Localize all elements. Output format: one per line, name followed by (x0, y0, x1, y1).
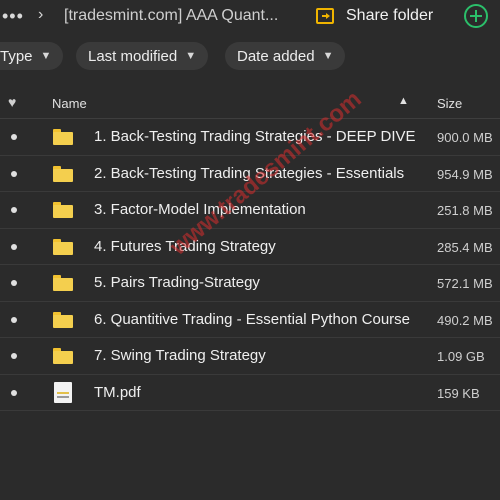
table-row[interactable]: 5. Pairs Trading-Strategy 572.1 MB (0, 265, 500, 302)
item-name: 4. Futures Trading Strategy (94, 237, 276, 255)
share-folder-label: Share folder (346, 7, 434, 24)
item-name: 2. Back-Testing Trading Strategies - Ess… (94, 164, 405, 182)
last-modified-filter-label: Last modified (88, 47, 178, 65)
share-icon (316, 8, 334, 24)
item-name: TM.pdf (94, 383, 141, 401)
item-size: 954.9 MB (437, 166, 493, 182)
item-name: 6. Quantitive Trading - Essential Python… (94, 310, 410, 328)
folder-icon (53, 129, 73, 145)
item-name: 5. Pairs Trading-Strategy (94, 274, 260, 291)
table-row[interactable]: 1. Back-Testing Trading Strategies - DEE… (0, 119, 500, 156)
item-size: 572.1 MB (437, 276, 493, 291)
more-icon[interactable]: ••• (2, 6, 24, 27)
type-filter[interactable]: Type ▼ (0, 42, 64, 70)
share-folder-button[interactable]: Share folder (316, 3, 433, 29)
date-added-filter[interactable]: Date added ▼ (225, 42, 346, 70)
name-column-header[interactable]: Name (52, 96, 87, 111)
folder-icon (53, 202, 73, 218)
favorite-dot-icon[interactable] (11, 389, 17, 396)
favorite-dot-icon[interactable] (11, 316, 17, 323)
table-row[interactable]: 3. Factor-Model Implementation 251.8 MB (0, 192, 500, 229)
file-list: 1. Back-Testing Trading Strategies - DEE… (0, 119, 500, 411)
pdf-file-icon (54, 381, 72, 403)
breadcrumb-folder[interactable]: [tradesmint.com] AAA Quant... (64, 7, 278, 25)
item-size: 1.09 GB (437, 349, 485, 364)
table-header: ♥ Name ▲ Size (0, 88, 500, 119)
favorite-dot-icon[interactable] (11, 353, 17, 359)
top-bar: ••• › [tradesmint.com] AAA Quant... Shar… (0, 0, 500, 34)
item-size: 490.2 MB (437, 312, 493, 328)
table-row[interactable]: 6. Quantitive Trading - Essential Python… (0, 302, 500, 338)
folder-icon (53, 165, 73, 182)
item-name: 7. Swing Trading Strategy (94, 347, 266, 364)
type-filter-label: Type (0, 47, 33, 65)
table-row[interactable]: TM.pdf 159 KB (0, 375, 500, 411)
item-name: 1. Back-Testing Trading Strategies - DEE… (94, 128, 416, 145)
item-name: 3. Factor-Model Implementation (94, 201, 306, 218)
item-size: 251.8 MB (437, 203, 493, 218)
chevron-down-icon: ▼ (185, 50, 197, 62)
favorite-dot-icon[interactable] (11, 170, 17, 177)
table-row[interactable]: 2. Back-Testing Trading Strategies - Ess… (0, 156, 500, 192)
favorite-dot-icon[interactable] (11, 243, 17, 250)
date-added-filter-label: Date added (237, 47, 315, 65)
folder-icon (53, 348, 73, 364)
folder-icon (53, 275, 73, 291)
chevron-down-icon: ▼ (322, 50, 334, 62)
item-size: 285.4 MB (437, 239, 493, 255)
add-icon[interactable] (464, 4, 488, 28)
last-modified-filter[interactable]: Last modified ▼ (76, 42, 209, 70)
sort-ascending-icon[interactable]: ▲ (398, 95, 409, 107)
favorite-dot-icon[interactable] (11, 207, 17, 213)
table-row[interactable]: 7. Swing Trading Strategy 1.09 GB (0, 338, 500, 375)
folder-icon (53, 238, 73, 255)
folder-icon (53, 311, 73, 328)
size-column-header[interactable]: Size (437, 96, 462, 111)
chevron-right-icon: › (38, 6, 44, 23)
favorite-icon[interactable]: ♥ (8, 94, 16, 110)
item-size: 159 KB (437, 385, 480, 401)
table-row[interactable]: 4. Futures Trading Strategy 285.4 MB (0, 229, 500, 265)
chevron-down-icon: ▼ (40, 50, 52, 62)
filter-bar: Type ▼ Last modified ▼ Date added ▼ (0, 40, 500, 72)
favorite-dot-icon[interactable] (11, 280, 17, 286)
item-size: 900.0 MB (437, 130, 493, 145)
favorite-dot-icon[interactable] (11, 134, 17, 140)
